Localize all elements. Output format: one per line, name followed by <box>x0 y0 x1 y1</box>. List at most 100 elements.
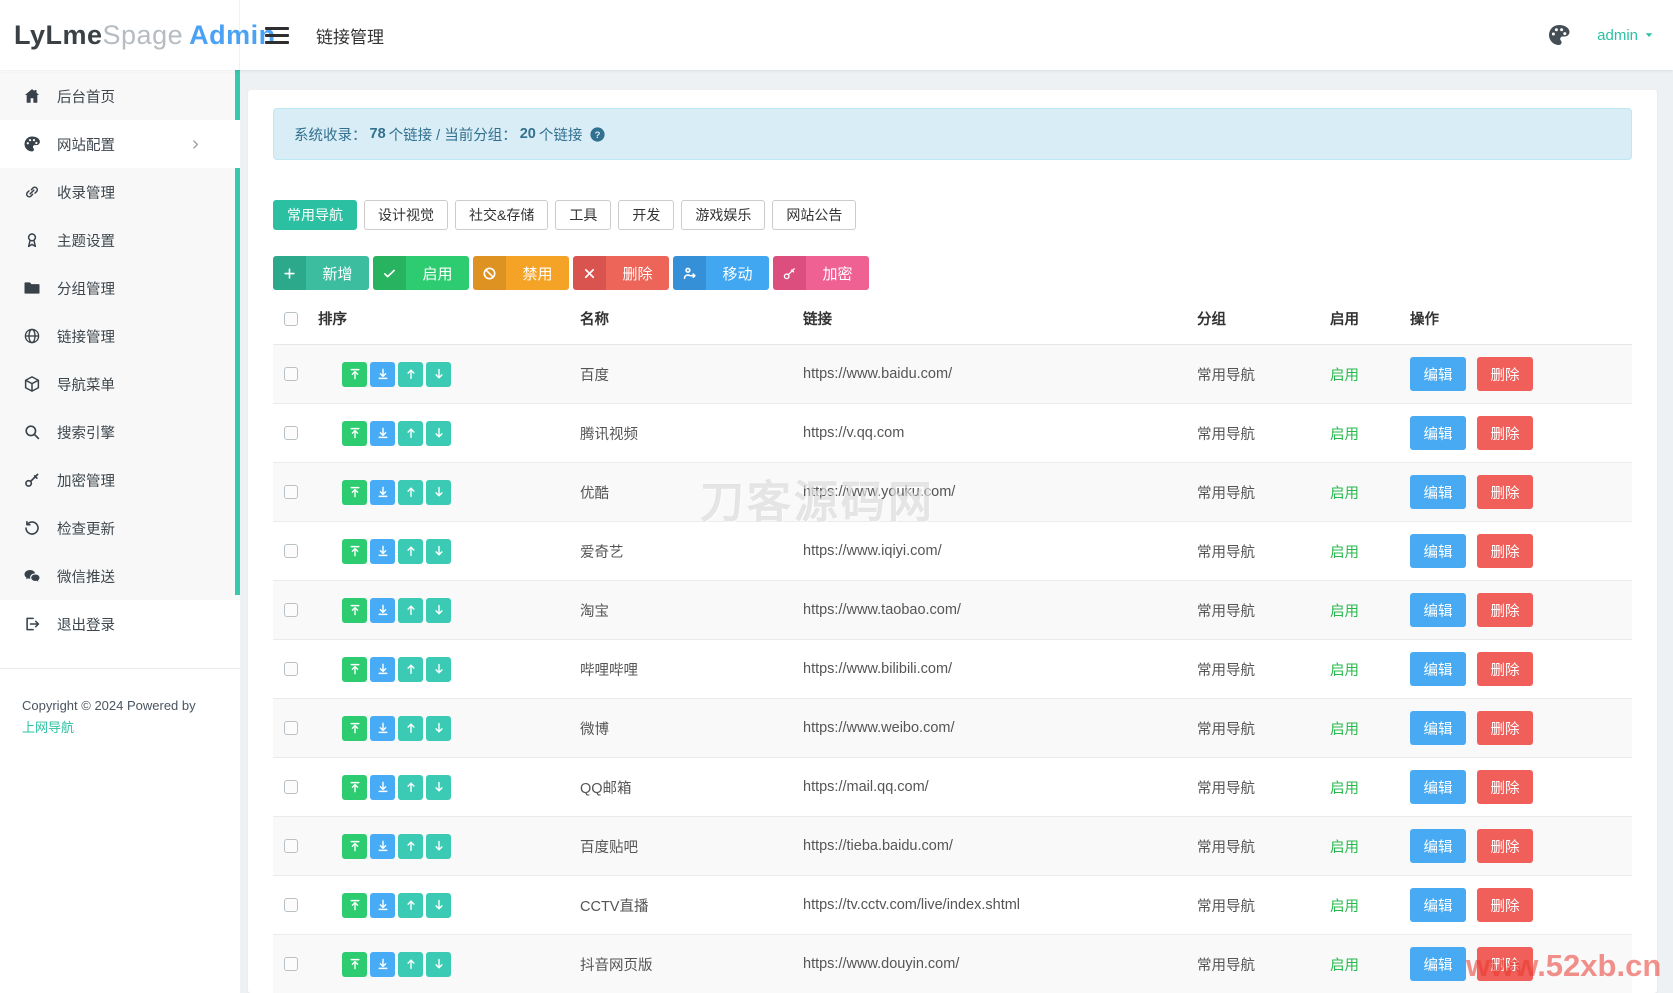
arrow-to-bottom-icon[interactable] <box>370 892 395 918</box>
delete-button[interactable]: 删除 <box>1477 357 1534 391</box>
delete-button[interactable]: 删除 <box>1477 416 1534 450</box>
sidebar-item[interactable]: 网站配置 <box>0 120 240 168</box>
arrow-to-top-icon[interactable] <box>342 892 367 918</box>
arrow-to-top-icon[interactable] <box>342 951 367 977</box>
arrow-to-top-icon[interactable] <box>342 361 367 387</box>
action-button[interactable]: 禁用 <box>473 256 569 290</box>
arrow-down-icon[interactable] <box>426 361 451 387</box>
arrow-up-icon[interactable] <box>398 597 423 623</box>
group-tab[interactable]: 开发 <box>618 200 675 230</box>
arrow-down-icon[interactable] <box>426 538 451 564</box>
arrow-up-icon[interactable] <box>398 715 423 741</box>
arrow-to-bottom-icon[interactable] <box>370 597 395 623</box>
sidebar-item[interactable]: 导航菜单 <box>0 360 240 408</box>
arrow-to-top-icon[interactable] <box>342 715 367 741</box>
sidebar-item[interactable]: 微信推送 <box>0 552 240 600</box>
action-button[interactable]: 删除 <box>573 256 669 290</box>
arrow-to-bottom-icon[interactable] <box>370 538 395 564</box>
group-tab[interactable]: 社交&存储 <box>455 200 549 230</box>
arrow-up-icon[interactable] <box>398 656 423 682</box>
row-checkbox[interactable] <box>284 544 298 559</box>
arrow-to-bottom-icon[interactable] <box>370 774 395 800</box>
delete-button[interactable]: 删除 <box>1477 652 1534 686</box>
edit-button[interactable]: 编辑 <box>1410 770 1466 804</box>
sidebar-item[interactable]: 收录管理 <box>0 168 240 216</box>
row-checkbox[interactable] <box>284 485 298 500</box>
sidebar-toggle-icon[interactable] <box>265 26 289 44</box>
arrow-to-bottom-icon[interactable] <box>370 479 395 505</box>
row-checkbox[interactable] <box>284 780 298 795</box>
arrow-to-top-icon[interactable] <box>342 833 367 859</box>
row-checkbox[interactable] <box>284 426 298 441</box>
delete-button[interactable]: 删除 <box>1477 593 1534 627</box>
user-menu[interactable]: admin <box>1597 27 1655 44</box>
sidebar-item[interactable]: 搜索引擎 <box>0 408 240 456</box>
edit-button[interactable]: 编辑 <box>1410 534 1466 568</box>
arrow-down-icon[interactable] <box>426 597 451 623</box>
edit-button[interactable]: 编辑 <box>1410 357 1466 391</box>
arrow-up-icon[interactable] <box>398 479 423 505</box>
delete-button[interactable]: 删除 <box>1477 770 1534 804</box>
group-tab[interactable]: 游戏娱乐 <box>681 200 766 230</box>
delete-button[interactable]: 删除 <box>1477 947 1534 981</box>
arrow-up-icon[interactable] <box>398 361 423 387</box>
arrow-to-bottom-icon[interactable] <box>370 420 395 446</box>
sidebar-item[interactable]: 主题设置 <box>0 216 240 264</box>
arrow-to-top-icon[interactable] <box>342 597 367 623</box>
select-all-checkbox[interactable] <box>284 311 298 326</box>
row-checkbox[interactable] <box>284 662 298 677</box>
arrow-down-icon[interactable] <box>426 420 451 446</box>
sidebar-item[interactable]: 加密管理 <box>0 456 240 504</box>
edit-button[interactable]: 编辑 <box>1410 416 1466 450</box>
arrow-to-top-icon[interactable] <box>342 479 367 505</box>
arrow-up-icon[interactable] <box>398 774 423 800</box>
sidebar-item[interactable]: 链接管理 <box>0 312 240 360</box>
delete-button[interactable]: 删除 <box>1477 475 1534 509</box>
arrow-down-icon[interactable] <box>426 892 451 918</box>
group-tab[interactable]: 网站公告 <box>772 200 857 230</box>
arrow-up-icon[interactable] <box>398 951 423 977</box>
arrow-up-icon[interactable] <box>398 420 423 446</box>
sidebar-item[interactable]: 检查更新 <box>0 504 240 552</box>
arrow-to-bottom-icon[interactable] <box>370 833 395 859</box>
delete-button[interactable]: 删除 <box>1477 711 1534 745</box>
edit-button[interactable]: 编辑 <box>1410 829 1466 863</box>
row-checkbox[interactable] <box>284 957 298 972</box>
edit-button[interactable]: 编辑 <box>1410 475 1466 509</box>
edit-button[interactable]: 编辑 <box>1410 652 1466 686</box>
arrow-to-bottom-icon[interactable] <box>370 951 395 977</box>
group-tab[interactable]: 设计视觉 <box>364 200 448 230</box>
arrow-to-top-icon[interactable] <box>342 420 367 446</box>
row-checkbox[interactable] <box>284 839 298 854</box>
row-checkbox[interactable] <box>284 898 298 913</box>
arrow-down-icon[interactable] <box>426 951 451 977</box>
arrow-to-top-icon[interactable] <box>342 774 367 800</box>
sidebar-item[interactable]: 分组管理 <box>0 264 240 312</box>
arrow-to-bottom-icon[interactable] <box>370 656 395 682</box>
group-tab[interactable]: 常用导航 <box>273 200 357 230</box>
theme-palette-icon[interactable] <box>1547 23 1571 47</box>
arrow-to-bottom-icon[interactable] <box>370 361 395 387</box>
action-button[interactable]: 新增 <box>273 256 369 290</box>
copyright-link[interactable]: 上网导航 <box>22 717 74 739</box>
arrow-down-icon[interactable] <box>426 774 451 800</box>
delete-button[interactable]: 删除 <box>1477 888 1534 922</box>
edit-button[interactable]: 编辑 <box>1410 888 1466 922</box>
edit-button[interactable]: 编辑 <box>1410 593 1466 627</box>
arrow-up-icon[interactable] <box>398 538 423 564</box>
arrow-to-top-icon[interactable] <box>342 656 367 682</box>
edit-button[interactable]: 编辑 <box>1410 947 1466 981</box>
help-icon[interactable]: ? <box>589 126 606 143</box>
action-button[interactable]: 移动 <box>673 256 769 290</box>
arrow-up-icon[interactable] <box>398 833 423 859</box>
action-button[interactable]: 加密 <box>773 256 869 290</box>
row-checkbox[interactable] <box>284 603 298 618</box>
arrow-to-top-icon[interactable] <box>342 538 367 564</box>
row-checkbox[interactable] <box>284 367 298 382</box>
delete-button[interactable]: 删除 <box>1477 829 1534 863</box>
delete-button[interactable]: 删除 <box>1477 534 1534 568</box>
arrow-to-bottom-icon[interactable] <box>370 715 395 741</box>
edit-button[interactable]: 编辑 <box>1410 711 1466 745</box>
sidebar-item[interactable]: 退出登录 <box>0 600 240 648</box>
arrow-up-icon[interactable] <box>398 892 423 918</box>
